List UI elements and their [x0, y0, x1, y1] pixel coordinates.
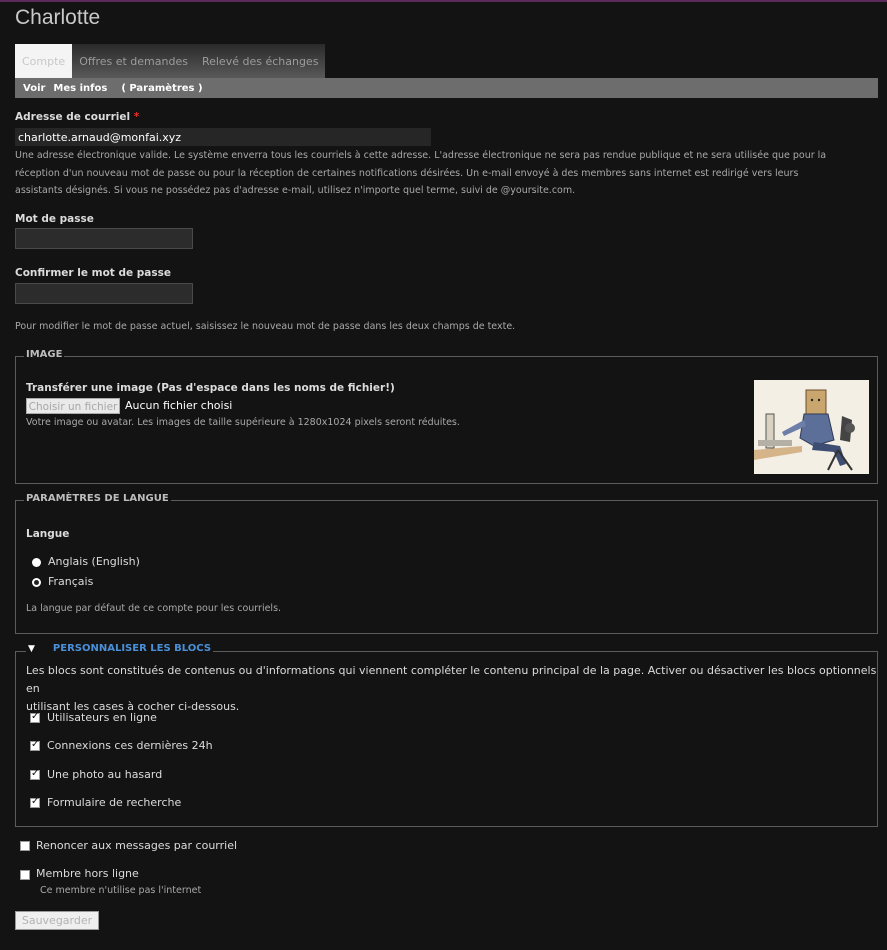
checkbox-connexions-24h-label[interactable]: Connexions ces dernières 24h — [47, 739, 213, 752]
checkbox-membre-hors-ligne[interactable] — [20, 870, 30, 880]
radio-anglais-label[interactable]: Anglais (English) — [48, 555, 140, 568]
email-description-line: assistants désignés. Si vous ne possédez… — [15, 185, 576, 196]
checkbox-photo-au-hasard[interactable] — [30, 768, 40, 780]
radio-anglais[interactable] — [32, 558, 41, 567]
top-accent-line — [0, 0, 887, 2]
tab-offres-et-demandes[interactable]: Offres et demandes — [72, 44, 195, 78]
offline-description: Ce membre n'utilise pas l'internet — [40, 885, 202, 896]
language-legend: PARAMÈTRES DE LANGUE — [24, 493, 171, 504]
avatar-sketch-image — [754, 380, 869, 474]
checkbox-renoncer-courriel-label[interactable]: Renoncer aux messages par courriel — [36, 839, 237, 852]
checkbox-connexions-24h[interactable] — [30, 739, 40, 751]
page-title: Charlotte — [15, 6, 101, 29]
blocks-description: Les blocs sont constitués de contenus ou… — [26, 662, 877, 716]
email-label: Adresse de courriel * — [15, 111, 139, 123]
email-description: Une adresse électronique valide. Le syst… — [15, 147, 875, 200]
image-description: Votre image ou avatar. Les images de tai… — [26, 417, 460, 428]
blocks-description-line: Les blocs sont constitués de contenus ou… — [26, 664, 877, 695]
secondary-tabs: Voir Mes infos ( Paramètres ) — [15, 78, 878, 98]
language-label: Langue — [26, 528, 70, 540]
confirm-password-label: Confirmer le mot de passe — [15, 267, 171, 279]
subtab-mes-infos[interactable]: Mes infos — [53, 83, 107, 94]
password-description: Pour modifier le mot de passe actuel, sa… — [15, 321, 516, 332]
blocks-legend[interactable]: ▼ PERSONNALISER LES BLOCS — [26, 643, 214, 654]
radio-francais-label[interactable]: Français — [48, 575, 93, 588]
checkbox-formulaire-recherche-label[interactable]: Formulaire de recherche — [47, 796, 181, 809]
image-fieldset: IMAGE Transférer une image (Pas d'espace… — [15, 349, 878, 484]
upload-label: Transférer une image (Pas d'espace dans … — [26, 382, 395, 394]
password-label: Mot de passe — [15, 213, 94, 225]
primary-tabs: Compte Offres et demandes Relevé des éch… — [15, 44, 326, 78]
checkbox-formulaire-recherche[interactable] — [30, 796, 40, 808]
collapse-triangle-icon[interactable]: ▼ — [28, 644, 35, 654]
checkbox-utilisateurs-en-ligne[interactable] — [30, 711, 40, 723]
blocks-legend-text[interactable]: PERSONNALISER LES BLOCS — [53, 643, 211, 654]
confirm-password-field[interactable] — [15, 283, 193, 304]
tab-releve-des-echanges[interactable]: Relevé des échanges — [194, 44, 326, 78]
email-field[interactable] — [15, 128, 431, 146]
email-description-line: réception d'un nouveau mot de passe ou p… — [15, 167, 799, 179]
email-description-line: Une adresse électronique valide. Le syst… — [15, 150, 827, 161]
no-file-text: Aucun fichier choisi — [125, 399, 233, 412]
blocks-fieldset: ▼ PERSONNALISER LES BLOCS Les blocs sont… — [15, 643, 878, 827]
radio-francais[interactable] — [32, 578, 41, 587]
avatar — [754, 380, 869, 474]
checkbox-membre-hors-ligne-label[interactable]: Membre hors ligne — [36, 867, 139, 880]
choose-file-button[interactable]: Choisir un fichier — [26, 398, 120, 414]
subtab-parametres[interactable]: ( Paramètres ) — [121, 83, 202, 94]
password-field[interactable] — [15, 228, 193, 249]
image-legend: IMAGE — [24, 349, 65, 360]
required-marker: * — [133, 111, 140, 123]
language-fieldset: PARAMÈTRES DE LANGUE Langue Anglais (Eng… — [15, 493, 878, 634]
checkbox-renoncer-courriel[interactable] — [20, 841, 30, 851]
language-description: La langue par défaut de ce compte pour l… — [26, 603, 282, 614]
email-label-text: Adresse de courriel — [15, 111, 131, 123]
checkbox-utilisateurs-en-ligne-label[interactable]: Utilisateurs en ligne — [47, 711, 157, 724]
save-button[interactable]: Sauvegarder — [15, 911, 99, 930]
subtab-voir[interactable]: Voir — [23, 83, 45, 94]
tab-compte[interactable]: Compte — [15, 44, 73, 78]
checkbox-photo-au-hasard-label[interactable]: Une photo au hasard — [47, 768, 162, 781]
